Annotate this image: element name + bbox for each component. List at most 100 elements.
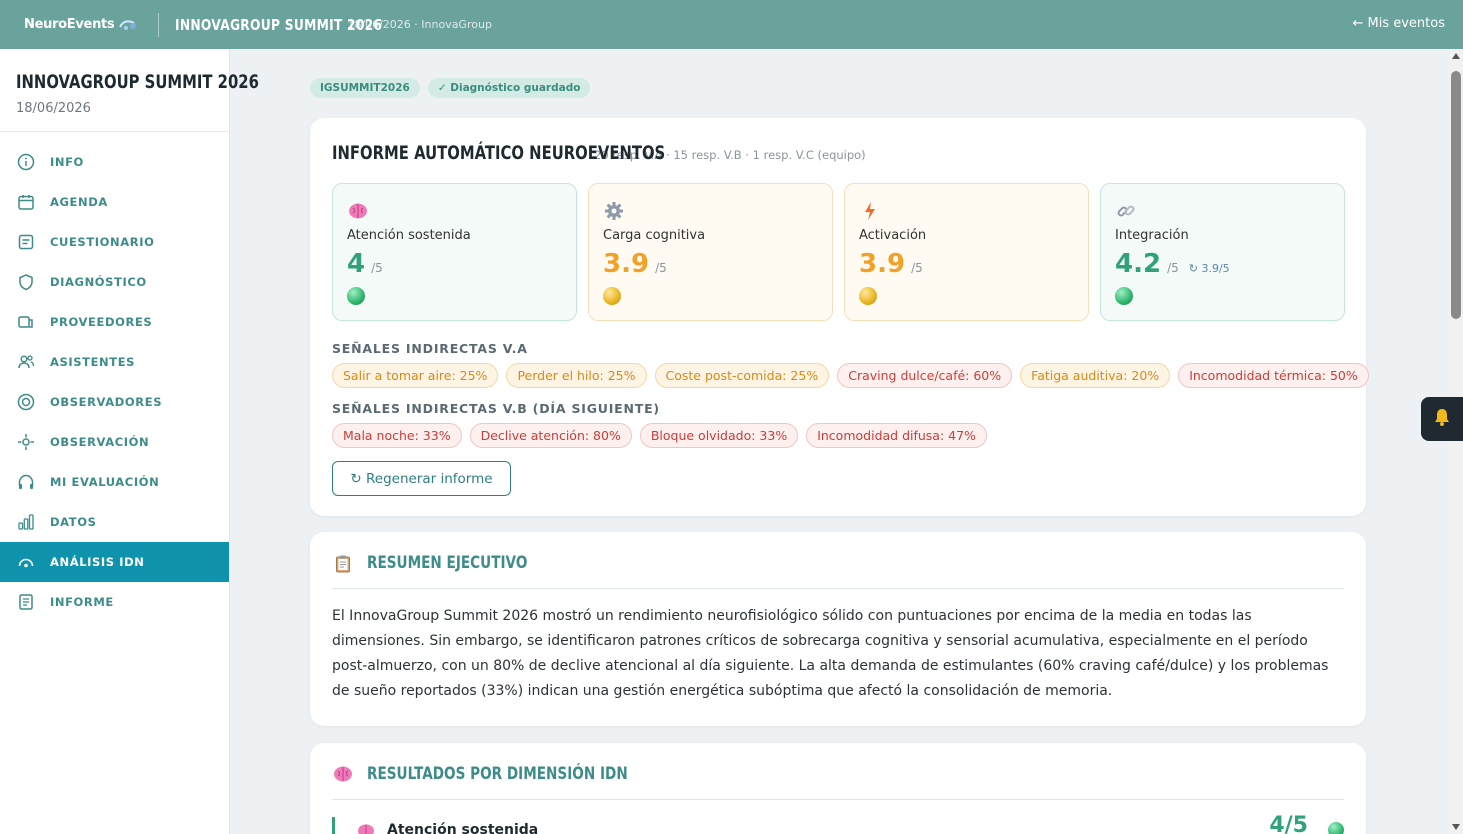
sidebar-nav: INFO AGENDA CUESTIONARIO DIAGNÓSTICO PRO… bbox=[0, 142, 229, 622]
metric-card-carga: Carga cognitiva 3.9 /5 bbox=[588, 183, 833, 321]
divider bbox=[158, 12, 160, 37]
metric-unit: /5 bbox=[911, 261, 923, 275]
signal-chip: Fatiga auditiva: 20% bbox=[1020, 363, 1171, 388]
sidebar-item-label: OBSERVADORES bbox=[50, 395, 163, 409]
sidebar-header: INNOVAGROUP SUMMIT 2026 18/06/2026 bbox=[0, 49, 259, 132]
metric-card-atencion: Atención sostenida 4 /5 bbox=[332, 183, 577, 321]
signal-chip: Bloque olvidado: 33% bbox=[639, 423, 799, 448]
status-indicator-green bbox=[1115, 287, 1133, 305]
brand-mark-icon bbox=[118, 18, 138, 32]
metric-previous-value: ↻ 3.9/5 bbox=[1188, 262, 1230, 275]
sidebar-item-mi-evaluacion[interactable]: MI EVALUACIÓN bbox=[0, 462, 229, 502]
questionnaire-icon bbox=[16, 232, 36, 252]
main-content: IGSUMMIT2026 ✓ Diagnóstico guardado INFO… bbox=[231, 49, 1449, 834]
shield-icon bbox=[16, 272, 36, 292]
metric-value: 3.9 bbox=[603, 249, 650, 279]
sidebar-item-proveedores[interactable]: PROVEEDORES bbox=[0, 302, 229, 342]
metric-unit: /5 bbox=[655, 261, 667, 275]
metric-label: Integración bbox=[1115, 228, 1189, 243]
executive-summary-text: El InnovaGroup Summit 2026 mostró un ren… bbox=[332, 608, 1329, 699]
report-title: INFORME AUTOMÁTICO NEUROEVENTOS bbox=[332, 142, 666, 164]
metric-label: Carga cognitiva bbox=[603, 228, 706, 243]
gauge-icon bbox=[16, 552, 36, 572]
document-icon bbox=[16, 592, 36, 612]
sidebar-item-observadores[interactable]: OBSERVADORES bbox=[0, 382, 229, 422]
signals-va-chips: Salir a tomar aire: 25% Perder el hilo: … bbox=[332, 363, 1369, 388]
sidebar-event-title: INNOVAGROUP SUMMIT 2026 bbox=[16, 71, 259, 93]
signals-va-label: SEÑALES INDIRECTAS V.A bbox=[332, 341, 528, 356]
sidebar-item-datos[interactable]: DATOS bbox=[0, 502, 229, 542]
metric-card-activacion: Activación 3.9 /5 bbox=[844, 183, 1089, 321]
section-title: RESULTADOS POR DIMENSIÓN IDN bbox=[367, 764, 628, 784]
status-badges: IGSUMMIT2026 ✓ Diagnóstico guardado bbox=[310, 78, 591, 98]
sidebar-item-label: MI EVALUACIÓN bbox=[50, 475, 160, 489]
signal-chip: Incomodidad difusa: 47% bbox=[806, 423, 987, 448]
brand-name: NeuroEvents bbox=[24, 17, 115, 32]
notifications-button[interactable] bbox=[1421, 397, 1463, 441]
sidebar-item-label: CUESTIONARIO bbox=[50, 235, 155, 249]
crosshair-icon bbox=[16, 432, 36, 452]
clipboard-icon bbox=[332, 552, 354, 574]
calendar-icon bbox=[16, 192, 36, 212]
bar-chart-icon bbox=[16, 512, 36, 532]
metric-label: Atención sostenida bbox=[347, 228, 471, 243]
headphones-icon bbox=[16, 472, 36, 492]
sidebar-item-cuestionario[interactable]: CUESTIONARIO bbox=[0, 222, 229, 262]
report-card: INFORME AUTOMÁTICO NEUROEVENTOS 20 resp.… bbox=[310, 118, 1369, 516]
dimension-name: Atención sostenida bbox=[387, 822, 539, 834]
signal-chip: Craving dulce/café: 60% bbox=[837, 363, 1013, 388]
report-header: INFORME AUTOMÁTICO NEUROEVENTOS 20 resp.… bbox=[332, 142, 866, 164]
metric-unit: /5 bbox=[371, 261, 383, 275]
sidebar-item-observacion[interactable]: OBSERVACIÓN bbox=[0, 422, 229, 462]
brand-logo[interactable]: NeuroEvents bbox=[24, 17, 138, 32]
sidebar-item-diagnostico[interactable]: DIAGNÓSTICO bbox=[0, 262, 229, 302]
sidebar-event-date: 18/06/2026 bbox=[16, 101, 91, 116]
back-to-events-link[interactable]: ← Mis eventos bbox=[1352, 16, 1445, 31]
metric-unit: /5 bbox=[1167, 261, 1179, 275]
section-header: RESUMEN EJECUTIVO bbox=[332, 552, 1344, 589]
top-bar: NeuroEvents INNOVAGROUP SUMMIT 2026 18/0… bbox=[0, 0, 1463, 49]
lightning-icon bbox=[859, 200, 881, 222]
sidebar-item-info[interactable]: INFO bbox=[0, 142, 229, 182]
dimension-row: Atención sostenida 4/5 bbox=[332, 813, 1344, 834]
brain-icon bbox=[332, 763, 354, 785]
status-indicator-green bbox=[347, 287, 365, 305]
signal-chip: Declive atención: 80% bbox=[469, 423, 632, 448]
sidebar-item-analisis-idn[interactable]: ANÁLISIS IDN bbox=[0, 542, 229, 582]
metric-label: Activación bbox=[859, 228, 927, 243]
signal-chip: Perder el hilo: 25% bbox=[506, 363, 647, 388]
signal-chip: Salir a tomar aire: 25% bbox=[332, 363, 499, 388]
sidebar-item-informe[interactable]: INFORME bbox=[0, 582, 229, 622]
scrollbar-thumb[interactable] bbox=[1451, 71, 1461, 319]
users-icon bbox=[16, 352, 36, 372]
sidebar-item-agenda[interactable]: AGENDA bbox=[0, 182, 229, 222]
sidebar-item-label: INFO bbox=[50, 155, 84, 169]
sidebar-item-label: ASISTENTES bbox=[50, 355, 136, 369]
sidebar-item-label: PROVEEDORES bbox=[50, 315, 153, 329]
sidebar-item-label: DIAGNÓSTICO bbox=[50, 275, 147, 289]
dimension-score: 4/5 bbox=[1269, 813, 1308, 834]
signals-vb-chips: Mala noche: 33% Declive atención: 80% Bl… bbox=[332, 423, 987, 448]
metric-value: 4 bbox=[347, 249, 366, 279]
info-icon bbox=[16, 152, 36, 172]
page-scrollbar[interactable] bbox=[1449, 49, 1463, 834]
sidebar-item-asistentes[interactable]: ASISTENTES bbox=[0, 342, 229, 382]
scroll-down-arrow-icon[interactable] bbox=[1452, 824, 1460, 830]
signals-vb-label: SEÑALES INDIRECTAS V.B (DÍA SIGUIENTE) bbox=[332, 401, 660, 416]
event-title: INNOVAGROUP SUMMIT 2026 bbox=[175, 15, 383, 34]
sidebar-item-label: AGENDA bbox=[50, 195, 108, 209]
regenerate-report-button[interactable]: ↻ Regenerar informe bbox=[332, 461, 511, 496]
dimension-results-card: RESULTADOS POR DIMENSIÓN IDN Atención so… bbox=[310, 743, 1366, 834]
sidebar-item-label: ANÁLISIS IDN bbox=[50, 555, 145, 569]
sidebar-item-label: INFORME bbox=[50, 595, 114, 609]
event-code-badge: IGSUMMIT2026 bbox=[310, 78, 420, 98]
status-indicator-green bbox=[1328, 822, 1344, 834]
saved-status-badge: ✓ Diagnóstico guardado bbox=[427, 78, 591, 98]
metric-value: 3.9 bbox=[859, 249, 906, 279]
bell-icon bbox=[1433, 407, 1451, 431]
signal-chip: Incomodidad térmica: 50% bbox=[1178, 363, 1369, 388]
providers-icon bbox=[16, 312, 36, 332]
scroll-up-arrow-icon[interactable] bbox=[1452, 53, 1460, 59]
sidebar: INNOVAGROUP SUMMIT 2026 18/06/2026 INFO … bbox=[0, 49, 259, 834]
gear-icon bbox=[603, 200, 625, 222]
